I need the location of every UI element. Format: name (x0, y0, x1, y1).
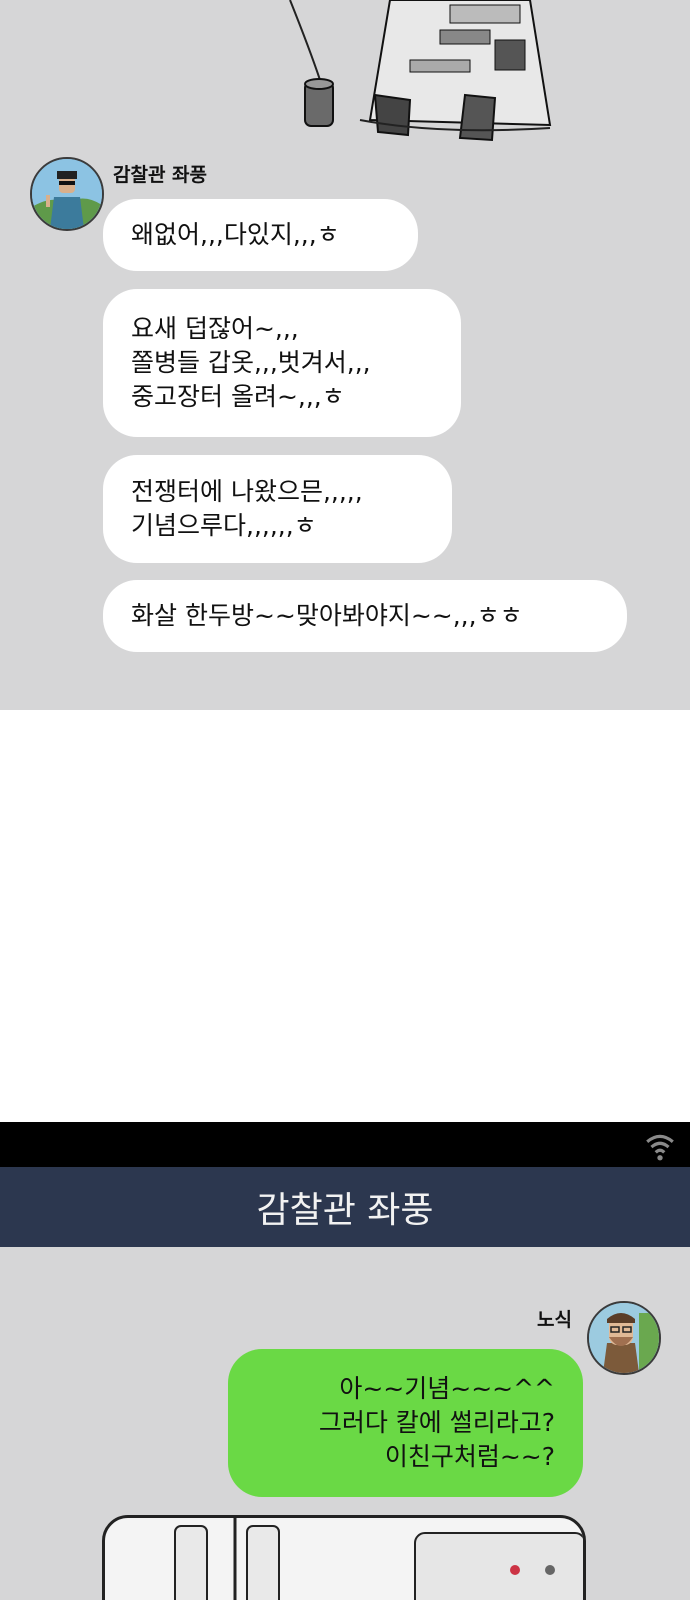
sender-avatar[interactable] (587, 1301, 661, 1375)
chat-panel-bottom: 노식 아~~기념~~~^^ 그러다 칼에 썰리라고? 이친구처럼~~? (0, 1247, 690, 1600)
chat-header-title: 감찰관 좌풍 (0, 1167, 690, 1247)
bearded-man-portrait-icon (589, 1303, 659, 1373)
wifi-icon (646, 1134, 674, 1161)
comic-illustration (289, 0, 552, 142)
message-bubble-me[interactable]: 아~~기념~~~^^ 그러다 칼에 썰리라고? 이친구처럼~~? (228, 1349, 583, 1497)
message-bubble[interactable]: 왜없어,,,다있지,,,ㅎ (103, 199, 418, 271)
sender-name: 노식 (537, 1309, 572, 1331)
sender-name: 감찰관 좌풍 (113, 164, 208, 186)
message-bubble[interactable]: 전쟁터에 나왔으믄,,,,, 기념으루다,,,,,,ㅎ (103, 455, 452, 563)
message-bubble[interactable]: 요새 덥잖어~,,, 쫄병들 갑옷,,,벗겨서,,, 중고장터 올려~,,,ㅎ (103, 289, 461, 437)
general-portrait-icon (32, 159, 102, 229)
message-bubble[interactable]: 화살 한두방~~맞아봐야지~~,,,ㅎㅎ (103, 580, 627, 652)
sender-avatar[interactable] (30, 157, 104, 231)
comic-illustration-hospital (102, 1515, 586, 1600)
chat-panel-top: 감찰관 좌풍 왜없어,,,다있지,,,ㅎ 요새 덥잖어~,,, 쫄병들 갑옷,,… (0, 0, 690, 710)
status-bar (0, 1122, 690, 1167)
